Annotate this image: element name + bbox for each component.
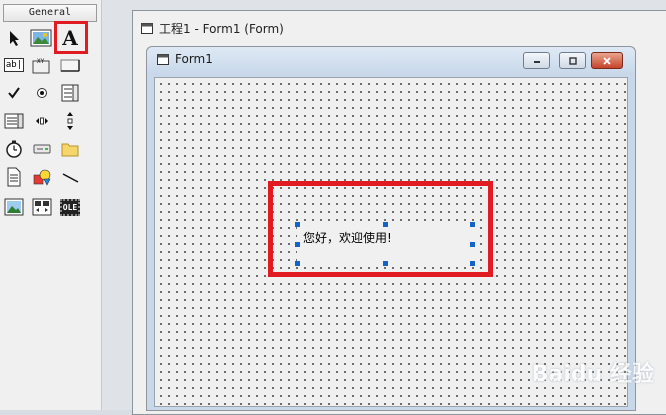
line-icon: [62, 173, 79, 183]
shape-tool[interactable]: [31, 166, 53, 188]
optionbutton-tool[interactable]: [31, 82, 53, 104]
vscrollbar-icon: [67, 112, 73, 130]
listbox-tool[interactable]: [3, 110, 25, 132]
resize-handle-w[interactable]: [295, 242, 300, 247]
label-icon: A: [62, 26, 78, 50]
hscrollbar-tool[interactable]: [31, 110, 53, 132]
combobox-tool[interactable]: [59, 82, 81, 104]
commandbutton-icon: [60, 59, 80, 72]
filelistbox-tool[interactable]: [3, 166, 25, 188]
form-icon: [141, 22, 153, 34]
ole-tool[interactable]: OLE: [59, 196, 81, 218]
restore-button[interactable]: [559, 52, 586, 69]
form1-title-text: Form1: [175, 52, 213, 66]
shape-icon: [33, 169, 51, 186]
svg-text:XY: XY: [37, 58, 45, 65]
resize-handle-nw[interactable]: [295, 222, 300, 227]
listbox-icon: [4, 113, 24, 129]
minimize-icon: [533, 60, 540, 63]
textbox-tool[interactable]: ab|: [3, 54, 25, 76]
mdi-workspace: 工程1 - Form1 (Form) Form1 您好，欢迎使用!: [102, 0, 666, 415]
toolbox: General A ab| XY OLE: [0, 0, 102, 410]
resize-handle-n[interactable]: [383, 222, 388, 227]
close-button[interactable]: [591, 52, 623, 69]
resize-handle-sw[interactable]: [295, 261, 300, 266]
watermark: Baidu 经验: [531, 362, 654, 387]
combobox-icon: [61, 84, 79, 102]
folder-icon: [61, 143, 79, 157]
form1-title: Form1: [157, 52, 213, 66]
hscrollbar-icon: [36, 117, 48, 125]
picturebox-icon: [30, 29, 52, 47]
vscrollbar-tool[interactable]: [59, 110, 81, 132]
data-tool[interactable]: [31, 196, 53, 218]
minimize-button[interactable]: [523, 52, 550, 69]
form1-icon: [157, 53, 169, 65]
timer-icon: [6, 140, 22, 158]
checkbox-icon: [8, 87, 20, 99]
form-window-title: 工程1 - Form1 (Form): [141, 19, 284, 37]
drivelistbox-tool[interactable]: [31, 138, 53, 160]
label1-control[interactable]: 您好，欢迎使用!: [295, 222, 475, 266]
pointer-tool[interactable]: [4, 27, 26, 49]
drivelistbox-icon: [33, 144, 51, 154]
optionbutton-icon: [37, 88, 47, 98]
close-icon: [603, 56, 611, 65]
picturebox-tool[interactable]: [30, 27, 52, 49]
resize-handle-ne[interactable]: [470, 222, 475, 227]
resize-handle-s[interactable]: [383, 261, 388, 266]
resize-handle-e[interactable]: [470, 242, 475, 247]
textbox-icon: ab|: [3, 58, 25, 72]
image-tool[interactable]: [3, 196, 25, 218]
checkbox-tool[interactable]: [3, 82, 25, 104]
frame-icon: XY: [32, 58, 50, 74]
commandbutton-tool[interactable]: [59, 54, 81, 76]
toolbox-header[interactable]: General: [3, 4, 97, 22]
line-tool[interactable]: [59, 166, 81, 188]
ole-icon: OLE: [59, 198, 81, 216]
dirlistbox-tool[interactable]: [59, 138, 81, 160]
timer-tool[interactable]: [3, 138, 25, 160]
label1-caption: 您好，欢迎使用!: [303, 231, 392, 245]
image-icon: [4, 198, 24, 216]
form-designer-window: 工程1 - Form1 (Form) Form1 您好，欢迎使用!: [132, 10, 666, 415]
restore-icon: [568, 56, 577, 65]
pointer-icon: [10, 31, 19, 46]
data-icon: [32, 198, 52, 216]
resize-handle-se[interactable]: [470, 261, 475, 266]
label-tool[interactable]: A: [59, 26, 81, 50]
form-window-title-text: 工程1 - Form1 (Form): [159, 21, 284, 36]
file-icon: [7, 167, 21, 187]
form1-titlebar[interactable]: Form1: [147, 47, 635, 74]
frame-tool[interactable]: XY: [30, 54, 52, 76]
